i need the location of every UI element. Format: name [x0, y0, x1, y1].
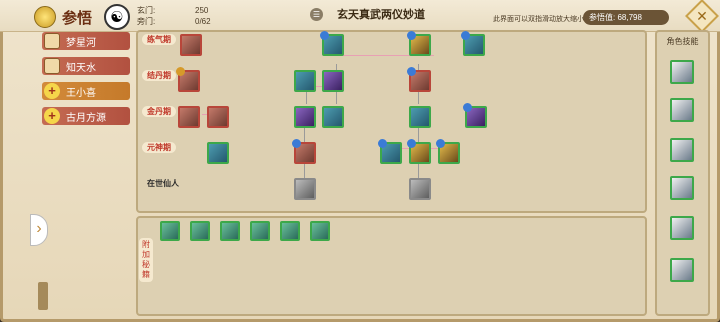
skill-node[interactable]: [322, 106, 344, 128]
skill-node[interactable]: [292, 139, 316, 164]
section-title-text: 玄天真武两仪妙道: [337, 9, 425, 21]
bonus-slot[interactable]: [160, 221, 180, 241]
character-nav: 梦星河知天水 + 王小喜 + 古月方源: [42, 32, 130, 132]
skill-node[interactable]: [320, 31, 344, 56]
stats-block: 玄门: 250 旁门: 0/62: [137, 5, 253, 27]
skill-node[interactable]: [178, 106, 200, 128]
level-badge: [436, 139, 445, 148]
character-skill[interactable]: [670, 138, 694, 162]
lamp-decoration: [38, 282, 48, 310]
plus-icon: +: [44, 83, 60, 99]
page-title: 参悟: [62, 9, 93, 27]
enlightenment-icon: [34, 6, 56, 28]
bonus-slot[interactable]: [220, 221, 240, 241]
character-skill[interactable]: [670, 176, 694, 200]
character-portrait-icon: [44, 58, 60, 74]
nav-item-label: 知天水: [66, 62, 96, 74]
stage-label: 金丹期: [142, 106, 176, 117]
bonus-label: 附加秘籍: [139, 238, 153, 282]
skill-node[interactable]: [176, 67, 200, 92]
skill-node[interactable]: [463, 103, 487, 128]
stage-label: 练气期: [142, 34, 176, 45]
player-avatar[interactable]: ☯: [104, 4, 130, 30]
skill-node[interactable]: [436, 139, 460, 164]
bonus-slot[interactable]: [250, 221, 270, 241]
right-panel-title: 角色技能: [666, 37, 699, 46]
power-display: 参悟值: 68,798: [583, 10, 669, 25]
skill-node[interactable]: [207, 142, 229, 164]
skill-node[interactable]: [207, 106, 229, 128]
level-badge: [407, 139, 416, 148]
nav-item-label: 梦星河: [66, 37, 96, 49]
power-label: 参悟值:: [589, 13, 616, 22]
section-title: ☰ 玄天真武两仪妙道: [310, 6, 425, 22]
sect-value: 250: [195, 6, 209, 15]
stage-row: 在世仙人: [142, 178, 184, 189]
character-skill[interactable]: [670, 60, 694, 84]
skill-node[interactable]: [407, 67, 431, 92]
level-badge: [407, 67, 416, 76]
level-badge: [378, 139, 387, 148]
nav-item-0[interactable]: 梦星河: [42, 32, 130, 50]
bonus-slot[interactable]: [280, 221, 300, 241]
nav-item-3[interactable]: + 古月方源: [42, 107, 130, 125]
plus-icon: +: [44, 108, 60, 124]
stage-label: 元神期: [142, 142, 176, 153]
stage-row: 金丹期: [142, 106, 176, 117]
bonus-panel: [136, 216, 647, 316]
character-skill[interactable]: [670, 216, 694, 240]
character-portrait-icon: [44, 33, 60, 49]
level-badge: [292, 139, 301, 148]
bonus-slot[interactable]: [190, 221, 210, 241]
skill-node[interactable]: [409, 178, 431, 200]
stage-label: 在世仙人: [147, 179, 179, 188]
stage-row: 练气期: [142, 34, 176, 45]
title-block: 参悟: [34, 6, 92, 28]
stage-label: 结丹期: [142, 70, 176, 81]
nav-item-2[interactable]: + 王小喜: [42, 82, 130, 100]
bonus-slot[interactable]: [310, 221, 330, 241]
skill-node[interactable]: [461, 31, 485, 56]
level-badge: [407, 31, 416, 40]
level-badge: [463, 103, 472, 112]
nav-item-1[interactable]: 知天水: [42, 57, 130, 75]
skill-node[interactable]: [409, 106, 431, 128]
close-icon: ✕: [696, 7, 708, 24]
zoom-hint: 此界面可以双指滑动放大缩小: [493, 16, 584, 23]
nav-item-label: 王小喜: [66, 87, 96, 99]
skill-node[interactable]: [294, 70, 316, 92]
skill-node[interactable]: [378, 139, 402, 164]
level-badge: [461, 31, 470, 40]
character-skill[interactable]: [670, 258, 694, 282]
power-value: 68,798: [617, 13, 642, 22]
skill-node[interactable]: [180, 34, 202, 56]
side-value: 0/62: [195, 17, 211, 26]
sect-label: 玄门:: [137, 6, 156, 15]
close-button[interactable]: ✕: [685, 0, 719, 33]
info-icon[interactable]: ☰: [310, 7, 323, 21]
skill-node[interactable]: [407, 31, 431, 56]
skill-node[interactable]: [294, 106, 316, 128]
top-bar: 参悟 ☯ 玄门: 250 旁门: 0/62 ☰ 玄天真武两仪妙道 此界面可以双指滑动…: [0, 0, 720, 33]
level-badge: [176, 67, 185, 76]
character-skill[interactable]: [670, 98, 694, 122]
level-badge: [320, 31, 329, 40]
stage-row: 结丹期: [142, 70, 176, 81]
skill-node[interactable]: [294, 178, 316, 200]
nav-item-label: 古月方源: [66, 112, 106, 124]
side-label: 旁门:: [137, 17, 156, 26]
skill-node[interactable]: [322, 70, 344, 92]
skill-node[interactable]: [407, 139, 431, 164]
stage-row: 元神期: [142, 142, 176, 153]
